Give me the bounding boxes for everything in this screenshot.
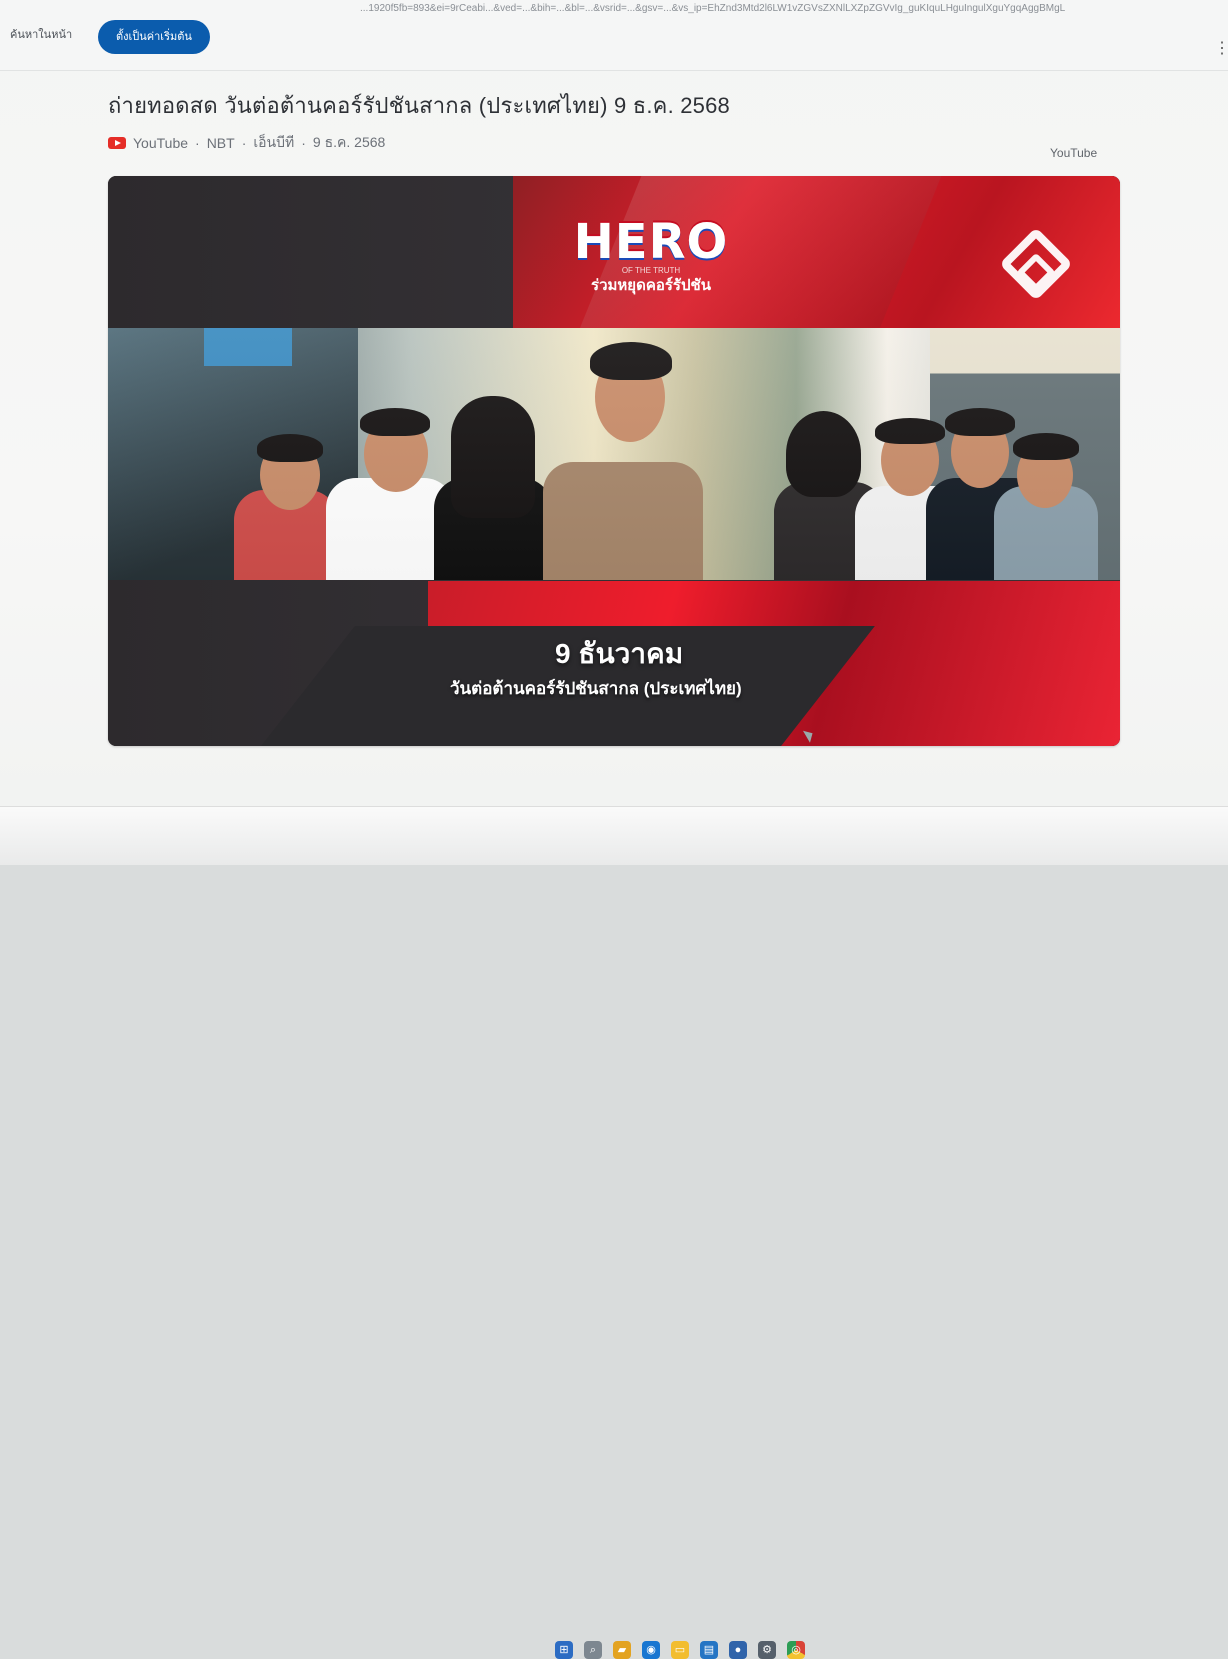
url-fragment[interactable]: ...1920f5fb=893&ei=9rCeabi...&ved=...&bi… <box>360 0 1228 18</box>
windows-start-icon[interactable]: ⊞ <box>555 1641 573 1659</box>
file-explorer-icon[interactable]: ▰ <box>613 1641 631 1659</box>
meta-separator: · <box>241 135 247 151</box>
search-in-page-button[interactable]: ค้นหาในหน้า <box>10 25 72 43</box>
hero-thai: ร่วมหยุดคอร์รัปชัน <box>591 277 711 294</box>
thumbnail-photo: 9 ธันวาคม วันต่อต้านคอร์รัปชันสากล (ประเ… <box>108 328 1120 698</box>
result-title[interactable]: ถ่ายทอดสด วันต่อต้านคอร์รัปชันสากล (ประเ… <box>108 92 868 120</box>
meta-separator: · <box>301 135 306 151</box>
set-default-button[interactable]: ตั้งเป็นค่าเริ่มต้น <box>98 20 210 54</box>
app-icon[interactable]: ● <box>729 1641 747 1659</box>
source-label: YouTube <box>1050 146 1098 160</box>
result-date: 9 ธ.ค. 2568 <box>312 134 386 150</box>
thumbnail-red-bottom <box>428 581 1120 746</box>
hero-logo: HERO OF THE TRUTH ร่วมหยุดคอร์รัปชัน <box>562 216 740 321</box>
result-location: เอ็นบีที <box>253 134 295 150</box>
chrome-icon[interactable]: ◎ <box>787 1641 805 1659</box>
meta-separator: · <box>195 135 200 151</box>
result-platform: YouTube <box>133 135 189 151</box>
person-8 <box>988 420 1100 580</box>
video-thumbnail[interactable]: HERO OF THE TRUTH ร่วมหยุดคอร์รัปชัน 9 ธ… <box>108 176 1120 746</box>
browser-top-bar: ...1920f5fb=893&ei=9rCeabi...&ved=...&bi… <box>0 0 1228 71</box>
person-4 <box>528 342 716 580</box>
more-icon[interactable]: ⋮ <box>1214 40 1228 58</box>
youtube-icon <box>108 137 126 149</box>
thumbnail-date: 9 ธันวาคม <box>555 638 684 669</box>
settings-icon[interactable]: ⚙ <box>758 1641 776 1659</box>
hero-word: HERO <box>573 214 729 270</box>
thumbnail-event: วันต่อต้านคอร์รัปชันสากล (ประเทศไทย) <box>450 679 742 698</box>
store-icon[interactable]: ▤ <box>700 1641 718 1659</box>
result-channel: NBT <box>206 135 235 151</box>
folder-icon[interactable]: ▭ <box>671 1641 689 1659</box>
browser-icon[interactable]: ◉ <box>642 1641 660 1659</box>
people-group <box>108 328 1120 580</box>
taskbar-icons: ⊞ ⌕ ▰ ◉ ▭ ▤ ● ⚙ ◎ <box>555 1641 805 1659</box>
screen: ...1920f5fb=893&ei=9rCeabi...&ved=...&bi… <box>0 0 1228 1659</box>
windows-taskbar: ⊞ ⌕ ▰ ◉ ▭ ▤ ● ⚙ ◎ <box>0 806 1228 1659</box>
result-meta: YouTube · NBT · เอ็นบีที · 9 ธ.ค. 2568 <box>108 132 385 154</box>
search-icon[interactable]: ⌕ <box>584 1641 602 1659</box>
